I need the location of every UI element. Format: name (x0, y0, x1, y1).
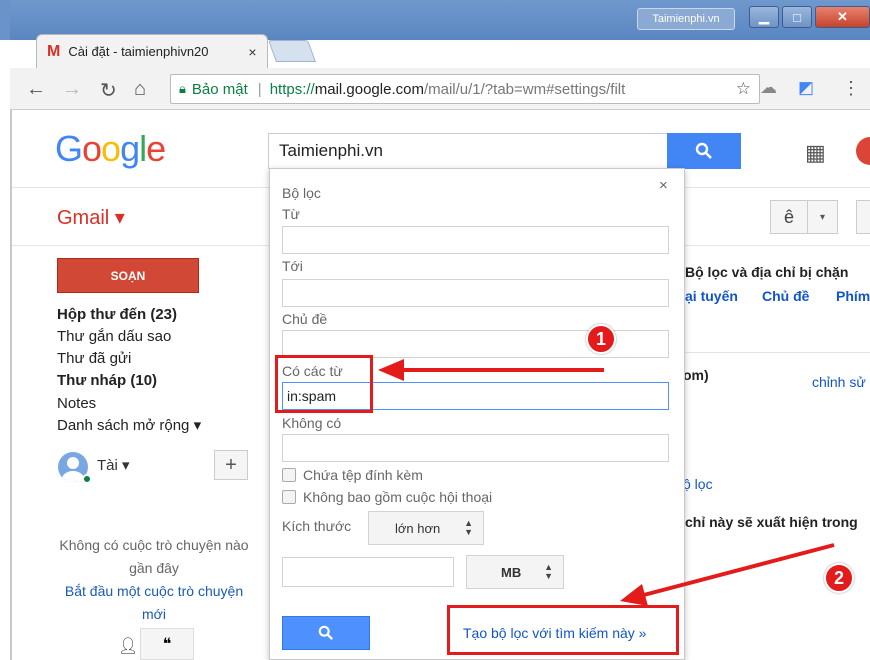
step-badge-2: 2 (824, 563, 854, 593)
nav-sent[interactable]: Thư đã gửi (57, 350, 131, 367)
gmail-app-switcher[interactable]: Gmail ▾ (57, 205, 125, 230)
tab-close-icon[interactable]: × (248, 44, 256, 60)
hangouts-icon: ❝ (162, 636, 172, 653)
settings-button[interactable] (856, 200, 870, 234)
minimize-button[interactable]: ▁ (749, 6, 779, 28)
online-status-dot (82, 474, 92, 484)
google-logo-letter: o (101, 128, 121, 169)
google-logo-letter: e (146, 128, 166, 169)
edit-filter-link[interactable]: chỉnh sử (812, 374, 866, 390)
browser-tab[interactable]: M Cài đặt - taimienphivn20 × (36, 34, 268, 68)
step-badge-1: 1 (586, 324, 616, 354)
add-chat-button[interactable]: + (214, 450, 248, 480)
browser-toolbar: ← → ↻ ⌂ 🔒︎ Bảo mật | https:// mail.googl… (10, 68, 870, 110)
from-label: Từ (282, 206, 300, 222)
size-value-field[interactable] (282, 557, 454, 587)
create-filter-bg-link[interactable]: ộ lọc (683, 476, 713, 492)
search-input[interactable]: Taimienphi.vn (268, 133, 668, 169)
no-chats-checkbox[interactable] (282, 490, 296, 504)
close-icon[interactable]: × (659, 177, 668, 194)
size-operator-value: lớn hơn (395, 520, 441, 536)
reload-icon[interactable]: ↻ (100, 78, 117, 103)
filter-header: Bộ lọc (282, 185, 321, 201)
language-button[interactable]: ê (770, 200, 808, 234)
shortcuts-tab[interactable]: Phím (836, 288, 870, 304)
forward-icon[interactable]: → (62, 78, 82, 101)
tab-title: Cài đặt - taimienphivn20 (68, 44, 209, 59)
nav-drafts[interactable]: Thư nháp (10) (57, 372, 157, 389)
filter-search-button[interactable] (282, 616, 370, 650)
address-separator: | (257, 80, 262, 98)
back-icon[interactable]: ← (26, 78, 46, 101)
google-logo-letter: g (120, 128, 140, 169)
window-left-border (10, 110, 12, 660)
lock-icon: 🔒︎ (179, 81, 186, 96)
compose-button[interactable]: SOẠN (57, 258, 199, 293)
size-label: Kích thước (282, 518, 352, 534)
updown-icon: ▲ ▼ (464, 518, 473, 537)
subject-label: Chủ đề (282, 311, 328, 327)
maximize-button[interactable]: □ (782, 6, 812, 28)
search-icon (695, 142, 712, 159)
apps-grid-icon[interactable]: ▦ (805, 140, 826, 166)
has-attachment-checkbox[interactable] (282, 468, 296, 482)
hangouts-button[interactable]: ❝ (140, 628, 194, 660)
size-unit-select[interactable]: MB ▲ ▼ (466, 555, 564, 589)
bookmark-star-icon[interactable]: ☆ (736, 79, 751, 99)
highlight-has-words (275, 355, 373, 413)
nav-notes[interactable]: Notes (57, 395, 96, 412)
gmail-favicon-icon: M (47, 42, 61, 60)
address-bar[interactable]: 🔒︎ Bảo mật | https:// mail.google.com /m… (170, 74, 760, 104)
extension-icon[interactable]: ☁ (760, 78, 777, 98)
no-chats-label: Không bao gồm cuộc hội thoại (303, 489, 493, 505)
search-filter-popup: × Bộ lọc Từ Tới Chủ đề Có các từ in:spam… (269, 168, 685, 660)
nav-starred[interactable]: Thư gắn dấu sao (57, 328, 171, 345)
avatar-head (67, 457, 79, 469)
url-path: /mail/u/1/?tab=wm#settings/filt (423, 80, 626, 98)
language-dropdown-caret[interactable]: ▾ (808, 200, 838, 234)
size-unit-value: MB (501, 564, 522, 580)
profile-avatar[interactable] (856, 137, 870, 165)
home-icon[interactable]: ⌂ (134, 78, 146, 101)
to-label: Tới (282, 258, 303, 274)
updown-icon: ▲ ▼ (544, 562, 553, 581)
chat-empty-message: Không có cuộc trò chuyện nào gần đây (59, 537, 249, 576)
google-logo[interactable]: Google (55, 128, 166, 170)
filters-tab-heading[interactable]: Bộ lọc và địa chỉ bị chặn (685, 264, 848, 280)
watermark-badge: Taimienphi.vn (637, 8, 735, 30)
doesnt-have-label: Không có (282, 415, 342, 431)
google-logo-letter: o (82, 128, 102, 169)
google-logo-letter: G (55, 128, 83, 169)
search-button[interactable] (667, 133, 741, 169)
nav-inbox[interactable]: Hộp thư đến (23) (57, 306, 177, 323)
start-chat-link[interactable]: Bắt đầu một cuộc trò chuyện mới (54, 580, 254, 626)
doesnt-have-field[interactable] (282, 434, 669, 462)
blocked-addresses-text: chỉ này sẽ xuất hiện trong (685, 514, 858, 530)
menu-icon[interactable]: ⋮ (842, 78, 860, 99)
screenshot: Taimienphi.vn ▁ □ ✕ M Cài đặt - taimienp… (0, 0, 870, 660)
filter-row-text: om) (683, 367, 709, 383)
url-host: mail.google.com (314, 80, 424, 98)
person-icon[interactable]: 👤︎ (118, 636, 138, 656)
url-protocol: https:// (269, 80, 315, 98)
size-operator-select[interactable]: lớn hơn ▲ ▼ (368, 511, 484, 545)
secure-label: Bảo mật (191, 80, 248, 98)
translate-icon[interactable]: ◩ (798, 78, 814, 98)
avatar-body (62, 471, 84, 482)
close-window-button[interactable]: ✕ (815, 6, 870, 28)
highlight-create-filter (447, 605, 679, 655)
search-icon (318, 625, 334, 641)
has-attachment-label: Chứa tệp đính kèm (303, 467, 423, 483)
to-field[interactable] (282, 279, 669, 307)
from-field[interactable] (282, 226, 669, 254)
settings-row-divider (683, 352, 870, 353)
nav-more[interactable]: Danh sách mở rộng ▾ (57, 416, 201, 434)
new-tab-button[interactable] (267, 40, 317, 62)
themes-tab[interactable]: Chủ đề (762, 288, 809, 304)
user-name[interactable]: Tài ▾ (97, 456, 130, 474)
offline-tab[interactable]: ại tuyến (685, 288, 738, 304)
